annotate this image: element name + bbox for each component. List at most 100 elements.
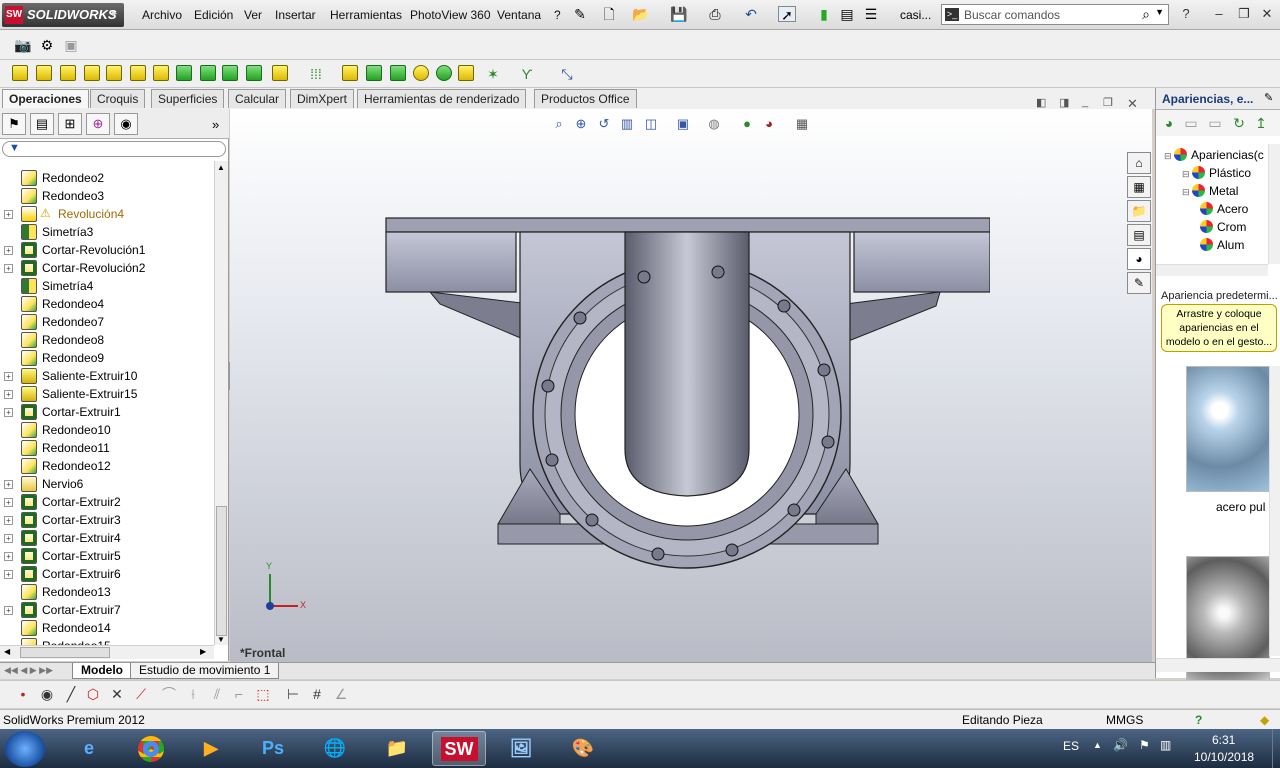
scroll-left-icon[interactable]: ◀ xyxy=(4,647,10,656)
curves-icon[interactable]: ϒ xyxy=(518,66,536,82)
tree-item[interactable]: Redondeo9 xyxy=(0,349,214,367)
previous-view-icon[interactable]: ↺ xyxy=(595,115,613,133)
chamfer-sketch-icon[interactable]: ⟊ xyxy=(184,686,202,702)
corner-icon[interactable]: ⌐ xyxy=(230,686,248,702)
appearances-scenes-icon[interactable]: ◕ xyxy=(1127,248,1151,270)
photoshop-icon[interactable]: Ps xyxy=(246,731,300,766)
tree-item[interactable]: + Cortar-Extruir3 xyxy=(0,511,214,529)
lofted-boss-icon[interactable] xyxy=(84,65,100,81)
expand-icon[interactable]: + xyxy=(4,516,13,525)
tree-item[interactable]: + Cortar-Revolución1 xyxy=(0,241,214,259)
pin-pane-icon[interactable]: ✎ xyxy=(1264,91,1273,104)
expand-icon[interactable]: + xyxy=(4,498,13,507)
tree-item[interactable]: + Cortar-Extruir5 xyxy=(0,547,214,565)
pin-icon[interactable]: ✎ xyxy=(571,6,589,22)
graphics-viewport[interactable]: ⌕ ⊕ ↺ ▥ ◫ ▣ ◍ ● ◕ ▦ ◧ ◨ _ ❐ ✕ Y X *Front… xyxy=(230,96,1152,662)
point-icon[interactable]: • xyxy=(14,686,32,702)
restore-button[interactable]: ❐ xyxy=(1233,5,1255,23)
boundary-boss-icon[interactable] xyxy=(106,65,122,81)
linear-pattern-icon[interactable] xyxy=(272,65,288,81)
collapse-icon[interactable]: ⊟ xyxy=(1164,151,1174,161)
tree-horizontal-scrollbar[interactable]: ◀ ▶ xyxy=(0,645,214,659)
tree-item[interactable]: Redondeo11 xyxy=(0,439,214,457)
refresh-icon[interactable]: ↻ xyxy=(1230,115,1248,131)
lofted-cut-icon[interactable] xyxy=(200,65,216,81)
expand-icon[interactable]: + xyxy=(4,408,13,417)
tree-item[interactable]: Redondeo14 xyxy=(0,619,214,637)
expand-icon[interactable]: + xyxy=(4,264,13,273)
file-explorer-icon[interactable]: 📁 xyxy=(1127,200,1151,222)
menu-item-2[interactable]: Ver xyxy=(244,8,262,22)
options-icon[interactable]: ☰ xyxy=(862,6,880,22)
tree-item[interactable]: + ⚠ Revolución4 xyxy=(0,205,214,223)
reference-geometry-icon[interactable]: ✶ xyxy=(484,66,502,82)
clock-date[interactable]: 10/10/2018 xyxy=(1194,750,1254,764)
fillet-tool-icon[interactable] xyxy=(246,65,262,81)
expand-icon[interactable]: + xyxy=(4,606,13,615)
open-folder-icon[interactable]: 📂 xyxy=(632,6,650,22)
tab-office-products[interactable]: Productos Office xyxy=(534,89,637,108)
viewport-split-horizontal-icon[interactable]: ◧ xyxy=(1036,96,1046,109)
language-indicator[interactable]: ES xyxy=(1063,739,1079,753)
tab-motion-study[interactable]: Estudio de movimiento 1 xyxy=(130,663,280,679)
pump-housing-model[interactable] xyxy=(380,214,990,569)
show-hidden-icons-icon[interactable]: ▲ xyxy=(1093,740,1102,750)
tree-item[interactable]: Redondeo8 xyxy=(0,331,214,349)
file-explorer-taskbar-icon[interactable]: 📁 xyxy=(370,731,424,766)
tab-calcular[interactable]: Calcular xyxy=(228,89,287,108)
wrap-icon[interactable] xyxy=(413,65,429,81)
pattern-grid-icon[interactable]: ⁞⁞⁞ xyxy=(307,66,325,82)
solidworks-logo[interactable]: SW SOLIDWORKS ▸ xyxy=(2,3,124,27)
shell-icon[interactable] xyxy=(390,65,406,81)
mirror-tool-icon[interactable] xyxy=(458,65,474,81)
dimxpert-manager-tab-icon[interactable]: ⊕ xyxy=(86,113,110,135)
dimension-icon[interactable]: ⊢ xyxy=(284,686,302,702)
paint-icon[interactable]: 🎨 xyxy=(556,731,610,766)
expand-icon[interactable]: + xyxy=(4,372,13,381)
swept-boss-icon[interactable] xyxy=(60,65,76,81)
save-icon[interactable]: 💾 xyxy=(670,6,688,22)
rib-tool-icon[interactable] xyxy=(342,65,358,81)
flag-icon[interactable]: ⚑ xyxy=(1139,738,1150,752)
scroll-down-icon[interactable]: ▼ xyxy=(217,635,225,644)
rectangle-icon[interactable]: ⬚ xyxy=(254,686,272,702)
tree-item[interactable]: + Cortar-Extruir7 xyxy=(0,601,214,619)
tab-operaciones[interactable]: Operaciones xyxy=(2,89,89,108)
menu-item-6[interactable]: Ventana xyxy=(497,8,541,22)
internet-explorer-icon[interactable]: e xyxy=(62,731,116,766)
media-player-icon[interactable]: ▶ xyxy=(184,731,238,766)
custom-properties-icon[interactable]: ✎ xyxy=(1127,272,1151,294)
viewport-close-icon[interactable]: ✕ xyxy=(1127,96,1138,112)
appearance-tree-item[interactable]: ⊟ Apariencias(c xyxy=(1164,148,1264,166)
units-status[interactable]: MMGS xyxy=(1106,713,1143,727)
tab-superficies[interactable]: Superficies xyxy=(151,89,225,108)
volume-icon[interactable]: 🔊 xyxy=(1113,738,1128,752)
select-pointer-icon[interactable]: ➚ xyxy=(778,6,796,23)
revolved-cut-icon[interactable] xyxy=(153,65,169,81)
menu-item-7[interactable]: ? xyxy=(554,8,561,22)
help-icon[interactable]: ? xyxy=(1175,5,1197,23)
zoom-to-area-icon[interactable]: ⊕ xyxy=(572,115,590,133)
render-tools-icon[interactable]: ⚙ xyxy=(38,37,56,53)
tab-croquis[interactable]: Croquis xyxy=(90,89,146,108)
scroll-right-icon[interactable]: ▶ xyxy=(200,647,206,656)
design-library-icon[interactable]: ▦ xyxy=(1127,176,1151,198)
tab-render-tools[interactable]: Herramientas de renderizado xyxy=(357,89,527,108)
fillet-sketch-icon[interactable]: ⌒ xyxy=(160,686,178,702)
undo-icon[interactable]: ↶ xyxy=(742,6,760,22)
hide-show-items-icon[interactable]: ◍ xyxy=(705,115,723,133)
open-folder-disabled-icon[interactable]: ▭ xyxy=(1206,115,1224,131)
instant3d-icon[interactable]: ⤡ xyxy=(558,66,576,82)
tree-item[interactable]: Simetría4 xyxy=(0,277,214,295)
menu-item-5[interactable]: PhotoView 360 xyxy=(410,8,491,22)
view-orientation-icon[interactable]: ◫ xyxy=(642,115,660,133)
chevron-down-icon[interactable]: ▼ xyxy=(1155,7,1164,17)
display-manager-tab-icon[interactable]: ◉ xyxy=(114,113,138,135)
tree-item[interactable]: Redondeo7 xyxy=(0,313,214,331)
appearance-tree-item[interactable]: Acero xyxy=(1200,202,1248,220)
home-icon[interactable]: ⌂ xyxy=(1127,152,1151,174)
angle-icon[interactable]: ∠ xyxy=(332,686,350,702)
appearance-tree-item[interactable]: Crom xyxy=(1200,220,1246,238)
network-icon[interactable]: ▥ xyxy=(1160,738,1171,752)
zoom-to-fit-icon[interactable]: ⌕ xyxy=(550,115,568,133)
